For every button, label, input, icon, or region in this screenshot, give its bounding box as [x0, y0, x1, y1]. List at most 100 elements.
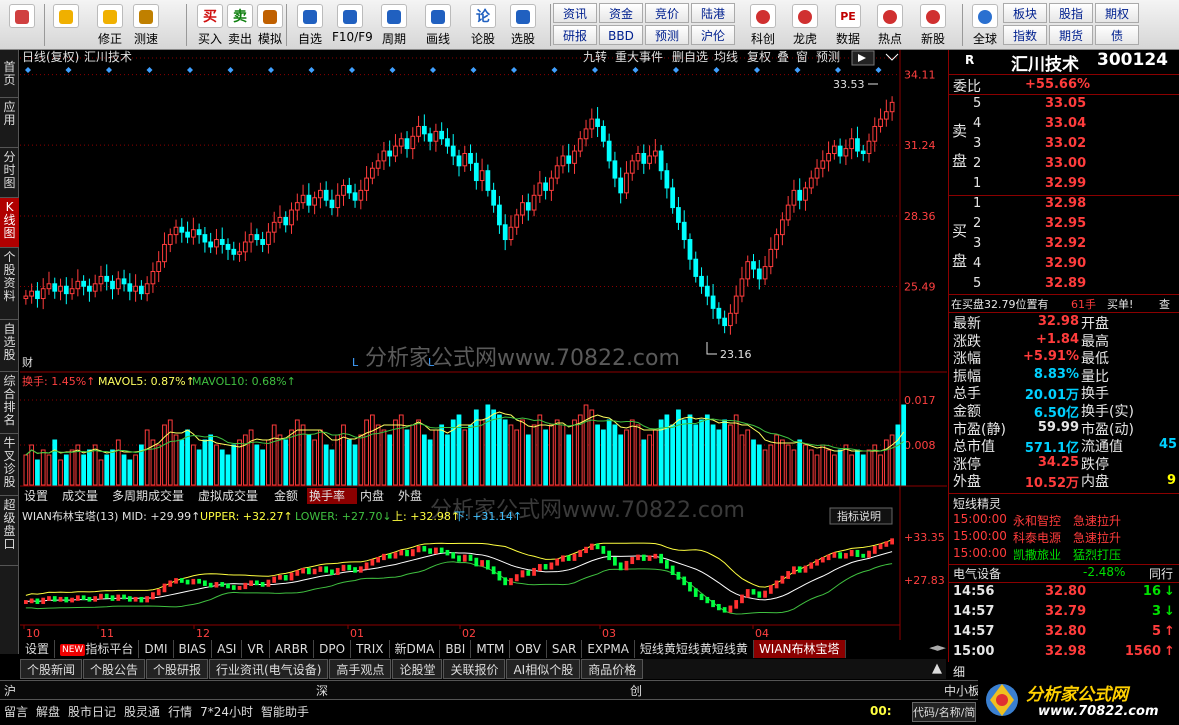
toolbar-right-btn-2[interactable]: PE 数据: [828, 2, 868, 48]
jingling-stock[interactable]: 永和智控: [1013, 512, 1061, 529]
indicator-tab-3[interactable]: BIAS: [174, 640, 213, 658]
status-btn-5[interactable]: 7*24小时: [196, 702, 257, 722]
collapse-up-icon[interactable]: ▲: [932, 661, 942, 676]
indicator-tab-12[interactable]: OBV: [510, 640, 547, 658]
index-sh-label[interactable]: 沪: [4, 682, 16, 699]
buy-level-price[interactable]: 32.90: [1045, 256, 1086, 271]
toolbar-far-btn-0[interactable]: 板块: [1003, 3, 1047, 23]
indicator-tab-5[interactable]: VR: [242, 640, 271, 658]
left-tab-5[interactable]: 自选股: [0, 320, 19, 372]
toolbar-btn-2[interactable]: 修正: [92, 2, 128, 48]
index-sz-label[interactable]: 深: [316, 682, 328, 699]
buy-level-price[interactable]: 32.92: [1045, 236, 1086, 251]
sell-level-price[interactable]: 33.00: [1045, 156, 1086, 171]
info-btn-4[interactable]: 高手观点: [329, 659, 392, 679]
toolbar-small-btn-4[interactable]: 研报: [553, 25, 597, 45]
toolbar-right-btn-4[interactable]: 新股: [913, 2, 953, 48]
back-arrow-button[interactable]: [48, 2, 84, 48]
toolbar-small-btn-6[interactable]: 预测: [645, 25, 689, 45]
toolbar-small-btn-7[interactable]: 沪伦: [691, 25, 735, 45]
toolbar-btn-3[interactable]: 测速: [128, 2, 164, 48]
toolbar-btn-10[interactable]: 画线: [420, 2, 456, 48]
toolbar-btn-11[interactable]: 论论股: [465, 2, 501, 48]
toolbar-btn-8[interactable]: F10/F9: [332, 2, 373, 48]
left-tab-2[interactable]: 分时图: [0, 148, 19, 198]
info-btn-7[interactable]: AI相似个股: [506, 659, 581, 679]
index-zxb-label[interactable]: 中小板: [944, 682, 980, 699]
toolbar-far-btn-5[interactable]: 期货: [1049, 25, 1093, 45]
info-btn-5[interactable]: 论股堂: [392, 659, 443, 679]
buy-level-price[interactable]: 32.98: [1045, 196, 1086, 211]
buy-level-price[interactable]: 32.89: [1045, 276, 1086, 291]
jingling-stock[interactable]: 科泰电源: [1013, 529, 1061, 546]
indicator-tab-6[interactable]: ARBR: [270, 640, 315, 658]
info-btn-2[interactable]: 个股研报: [146, 659, 209, 679]
inbuy-more-link[interactable]: 查: [1159, 296, 1170, 312]
sell-level-price[interactable]: 32.99: [1045, 176, 1086, 191]
indicator-tab-0[interactable]: 设置: [20, 640, 56, 658]
toolbar-right-btn-5[interactable]: 全球: [965, 2, 1005, 48]
indicator-tab-11[interactable]: MTM: [471, 640, 511, 658]
info-btn-3[interactable]: 行业资讯(电气设备): [209, 659, 329, 679]
indicator-tab-9[interactable]: 新DMA: [390, 640, 441, 658]
toolbar-right-btn-1[interactable]: 龙虎: [785, 2, 825, 48]
indicator-tab-4[interactable]: ASI: [212, 640, 243, 658]
info-btn-0[interactable]: 个股新闻: [20, 659, 83, 679]
indicator-tab-1[interactable]: NEW 指标平台: [55, 640, 140, 658]
status-btn-4[interactable]: 行情: [164, 702, 196, 722]
indicator-tab-7[interactable]: DPO: [314, 640, 352, 658]
sell-level-price[interactable]: 33.05: [1045, 96, 1086, 111]
status-btn-2[interactable]: 股市日记: [64, 702, 120, 722]
left-tab-8[interactable]: 超级盘口: [0, 496, 19, 566]
sell-level-price[interactable]: 33.04: [1045, 116, 1086, 131]
toolbar-right-btn-0[interactable]: 科创: [743, 2, 783, 48]
info-btn-1[interactable]: 个股公告: [83, 659, 146, 679]
jingling-stock[interactable]: 凯撒旅业: [1013, 546, 1061, 563]
toolbar-btn-7[interactable]: 自选: [292, 2, 328, 48]
indicator-tab-14[interactable]: EXPMA: [582, 640, 635, 658]
status-btn-3[interactable]: 股灵通: [120, 702, 164, 722]
sector-name[interactable]: 电气设备: [953, 565, 1001, 582]
left-tab-4[interactable]: 个股资料: [0, 248, 19, 320]
indicator-tab-8[interactable]: TRIX: [351, 640, 390, 658]
toolbar-small-btn-3[interactable]: 陆港: [691, 3, 735, 23]
tab-scroll-arrows[interactable]: ◄►: [929, 641, 946, 654]
kline-chart-svg[interactable]: 日线(复权) 汇川技术 九转 重大事件 删自选 均线 复权叠窗预测 34.11 31.24 28.…: [20, 49, 947, 640]
grid-button[interactable]: [4, 2, 40, 48]
toolbar-small-btn-5[interactable]: BBD: [599, 25, 643, 45]
left-tab-7[interactable]: 牛叉诊股: [0, 434, 19, 496]
indicator-tab-10[interactable]: BBI: [440, 640, 472, 658]
left-tab-3[interactable]: K线图: [0, 198, 19, 248]
sector-peers-link[interactable]: 同行: [1149, 565, 1173, 582]
indicator-tab-16[interactable]: WIAN布林宝塔: [753, 640, 846, 658]
sell-level-price[interactable]: 33.02: [1045, 136, 1086, 151]
toolbar-far-btn-6[interactable]: 债: [1095, 25, 1139, 45]
toolbar-far-btn-4[interactable]: 指数: [1003, 25, 1047, 45]
buy-level-price[interactable]: 32.95: [1045, 216, 1086, 231]
status-btn-0[interactable]: 留言: [0, 702, 32, 722]
left-tab-1[interactable]: 应用: [0, 98, 19, 148]
status-btn-6[interactable]: 智能助手: [257, 702, 313, 722]
kline-chart-area[interactable]: 日线(复权) 汇川技术 九转 重大事件 删自选 均线 复权叠窗预测 34.11 31.24 28.…: [20, 49, 947, 640]
code-search-input[interactable]: 代码/名称/简拼: [912, 702, 976, 722]
toolbar-small-btn-1[interactable]: 资金: [599, 3, 643, 23]
status-btn-1[interactable]: 解盘: [32, 702, 64, 722]
scroll-left-icon[interactable]: ◄: [929, 641, 937, 654]
left-tab-6[interactable]: 综合排名: [0, 372, 19, 434]
toolbar-far-btn-1[interactable]: 股指: [1049, 3, 1093, 23]
left-tab-0[interactable]: 首页: [0, 58, 19, 98]
index-cy-label[interactable]: 创: [630, 682, 642, 699]
toolbar-small-btn-0[interactable]: 资讯: [553, 3, 597, 23]
toolbar-far-btn-2[interactable]: 期权: [1095, 3, 1139, 23]
toolbar-btn-6[interactable]: 模拟: [252, 2, 288, 48]
bottom-detail-tab[interactable]: 细: [953, 663, 965, 680]
info-btn-6[interactable]: 关联报价: [443, 659, 506, 679]
toolbar-btn-12[interactable]: 选股: [505, 2, 541, 48]
toolbar-small-btn-2[interactable]: 竞价: [645, 3, 689, 23]
indicator-tab-15[interactable]: 短线黄短线黄短线黄: [635, 640, 754, 658]
indicator-tab-2[interactable]: DMI: [139, 640, 174, 658]
toolbar-btn-9[interactable]: 周期: [376, 2, 412, 48]
info-btn-8[interactable]: 商品价格: [581, 659, 644, 679]
toolbar-right-btn-3[interactable]: 热点: [870, 2, 910, 48]
indicator-tab-13[interactable]: SAR: [547, 640, 583, 658]
